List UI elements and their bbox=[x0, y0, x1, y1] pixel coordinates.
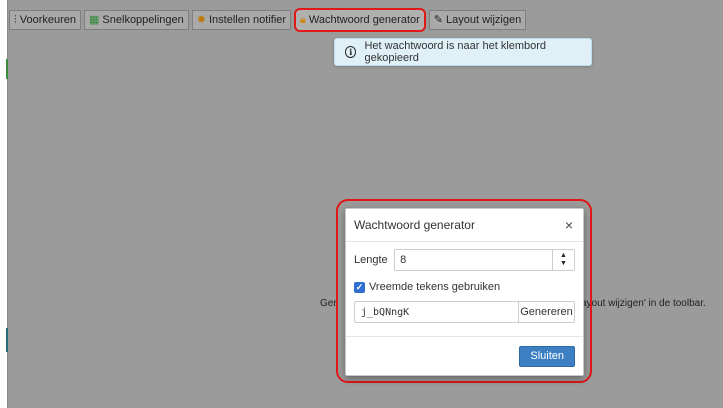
side-marker-teal bbox=[6, 328, 8, 352]
background-text-right: ayout wijzigen' in de toolbar. bbox=[581, 298, 706, 309]
lock-icon: 🔒︎ bbox=[300, 13, 306, 26]
length-label: Lengte bbox=[354, 254, 388, 266]
password-row: j_bQNngK Genereren bbox=[354, 301, 575, 323]
shortcuts-button[interactable]: ▦ Snelkoppelingen bbox=[84, 10, 189, 30]
side-marker-green bbox=[6, 59, 8, 79]
close-button[interactable]: Sluiten bbox=[519, 345, 575, 367]
dialog-footer: Sluiten bbox=[346, 336, 583, 375]
password-generator-label: Wachtwoord generator bbox=[308, 14, 420, 26]
toast-message: Het wachtwoord is naar het klembord geko… bbox=[364, 40, 547, 64]
dialog-title: Wachtwoord generator bbox=[354, 218, 475, 232]
special-chars-row: ✓ Vreemde tekens gebruiken bbox=[354, 279, 575, 295]
password-generator-dialog: Wachtwoord generator × Lengte 8 ▲ ▼ ✓ Vr… bbox=[345, 208, 584, 376]
info-icon: i bbox=[345, 46, 357, 58]
layout-label: Layout wijzigen bbox=[446, 14, 522, 26]
dialog-body: Lengte 8 ▲ ▼ ✓ Vreemde tekens gebruiken … bbox=[346, 242, 583, 323]
dialog-header: Wachtwoord generator × bbox=[346, 209, 583, 242]
length-row: Lengte 8 ▲ ▼ bbox=[354, 249, 575, 271]
layout-button[interactable]: ✎ Layout wijzigen bbox=[428, 10, 527, 30]
special-chars-checkbox[interactable]: ✓ bbox=[354, 281, 365, 293]
generate-button[interactable]: Genereren bbox=[518, 301, 575, 323]
sliders-icon: ⫶ bbox=[14, 13, 17, 26]
length-value: 8 bbox=[400, 254, 407, 266]
toolbar: ⫶ Voorkeuren ▦ Snelkoppelingen ✹ Instell… bbox=[9, 8, 529, 32]
length-stepper[interactable]: ▲ ▼ bbox=[552, 250, 574, 270]
clipboard-toast: i Het wachtwoord is naar het klembord ge… bbox=[334, 38, 592, 66]
notifier-button[interactable]: ✹ Instellen notifier bbox=[191, 10, 292, 30]
chevron-down-icon[interactable]: ▼ bbox=[560, 260, 567, 268]
background-text-left: Ger bbox=[320, 298, 337, 309]
preferences-label: Voorkeuren bbox=[19, 14, 77, 26]
grid-icon: ▦ bbox=[89, 13, 100, 26]
chevron-up-icon[interactable]: ▲ bbox=[560, 252, 567, 260]
password-output[interactable]: j_bQNngK bbox=[354, 301, 518, 323]
edit-icon: ✎ bbox=[433, 13, 443, 26]
notifier-label: Instellen notifier bbox=[209, 14, 287, 26]
close-icon[interactable]: × bbox=[565, 217, 573, 233]
gear-icon: ✹ bbox=[196, 13, 206, 26]
length-input[interactable]: 8 ▲ ▼ bbox=[394, 249, 575, 271]
preferences-button[interactable]: ⫶ Voorkeuren bbox=[9, 10, 82, 30]
special-chars-label: Vreemde tekens gebruiken bbox=[369, 281, 501, 293]
password-generator-button[interactable]: 🔒︎ Wachtwoord generator bbox=[294, 8, 426, 32]
shortcuts-label: Snelkoppelingen bbox=[102, 14, 184, 26]
